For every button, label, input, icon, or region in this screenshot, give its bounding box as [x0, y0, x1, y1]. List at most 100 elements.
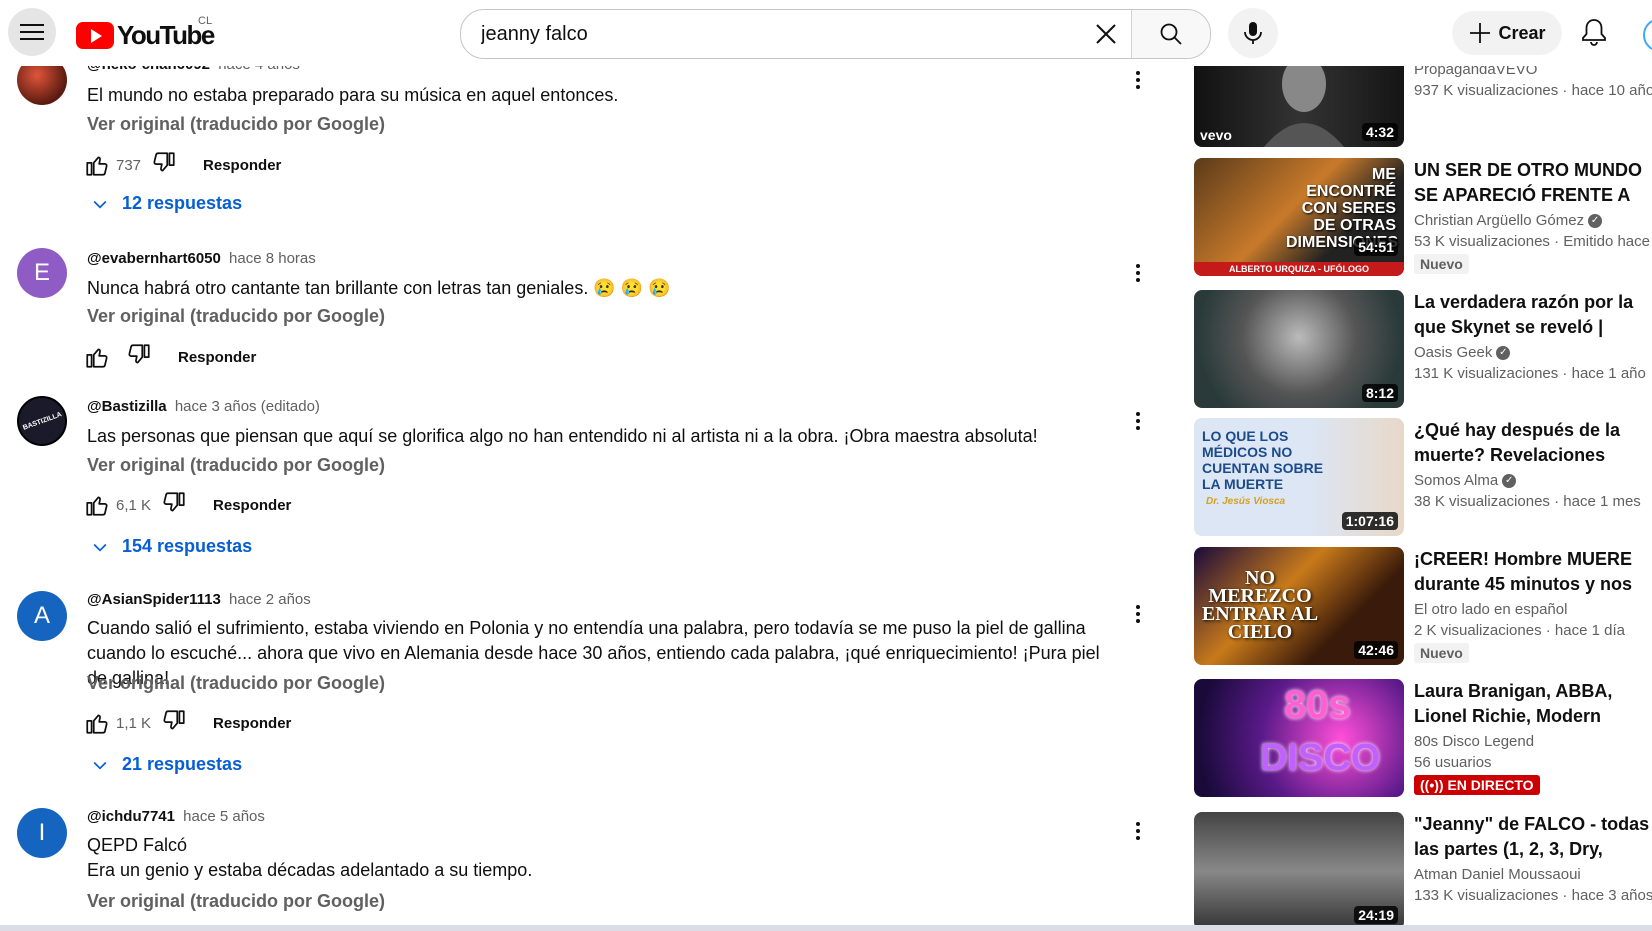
comment-avatar[interactable]: BASTIZILLA — [17, 396, 67, 446]
video-meta: 131 K visualizaciones · hace 1 año — [1414, 365, 1646, 382]
voice-search-button[interactable] — [1228, 8, 1278, 58]
comments-section: @neko-chan6092 hace 4 años El mundo no e… — [0, 0, 1180, 931]
video-thumbnail[interactable]: ME ENCONTRÉ CON SERES DE OTRAS DIMENSION… — [1194, 158, 1404, 276]
thumb-up-icon — [86, 714, 108, 734]
thumbnail-text: 80s — [1284, 683, 1351, 727]
video-thumbnail[interactable]: 24:19 — [1194, 812, 1404, 930]
video-thumbnail[interactable]: 8:12 — [1194, 290, 1404, 408]
video-title[interactable]: "Jeanny" de FALCO - todas las partes (1,… — [1414, 812, 1652, 862]
replies-toggle[interactable]: 154 respuestas — [90, 536, 252, 557]
dislike-button[interactable] — [151, 150, 177, 180]
see-original-link[interactable]: Ver original (traducido por Google) — [87, 891, 385, 912]
more-actions-icon[interactable] — [1136, 821, 1140, 841]
comment-author[interactable]: @evabernhart6050 — [87, 250, 221, 267]
like-button[interactable] — [84, 152, 110, 178]
video-thumbnail[interactable]: LO QUE LOS MÉDICOS NO CUENTAN SOBRE LA M… — [1194, 418, 1404, 536]
comment-actions: 6,1 K Responder — [84, 490, 291, 520]
verified-check-icon: ✓ — [1502, 473, 1517, 488]
video-channel-row: Oasis Geek ✓ — [1414, 344, 1652, 361]
comment-time[interactable]: hace 8 horas — [229, 250, 316, 267]
clear-search-button[interactable] — [1081, 10, 1131, 58]
comment-header: @Bastizilla hace 3 años (editado) — [87, 398, 320, 415]
reply-button[interactable]: Responder — [213, 497, 291, 514]
create-button[interactable]: Crear — [1452, 11, 1562, 55]
video-title[interactable]: ¿Qué hay después de la muerte? Revelacio… — [1414, 418, 1652, 468]
masthead: YouTube CL Crear — [0, 0, 1652, 66]
create-label: Crear — [1498, 22, 1546, 43]
video-channel-row: Somos Alma ✓ — [1414, 472, 1652, 489]
search-input[interactable] — [461, 10, 1081, 58]
see-original-link[interactable]: Ver original (traducido por Google) — [87, 114, 385, 135]
comment-avatar[interactable]: I — [17, 808, 67, 858]
notifications-button[interactable] — [1581, 18, 1607, 51]
vevo-label: vevo — [1200, 127, 1232, 143]
thumbnail-caption: Dr. Jesús Viosca — [1206, 496, 1286, 507]
reply-button[interactable]: Responder — [178, 349, 256, 366]
video-title[interactable]: UN SER DE OTRO MUNDO SE APARECIÓ FRENTE … — [1414, 158, 1652, 208]
video-views: 131 K visualizaciones — [1414, 365, 1559, 382]
like-button[interactable] — [84, 710, 110, 736]
video-channel[interactable]: El otro lado en español — [1414, 601, 1652, 618]
account-avatar[interactable] — [1643, 18, 1652, 52]
video-title[interactable]: ¡CREER! Hombre MUERE durante 45 minutos … — [1414, 547, 1652, 597]
video-age: hace 10 años — [1571, 82, 1652, 99]
new-badge: Nuevo — [1414, 254, 1469, 274]
hamburger-menu-icon — [20, 24, 44, 40]
like-button[interactable] — [84, 344, 110, 370]
verified-check-icon: ✓ — [1588, 213, 1603, 228]
replies-toggle[interactable]: 12 respuestas — [90, 193, 242, 214]
dislike-button[interactable] — [161, 708, 187, 738]
video-title[interactable]: La verdadera razón por la que Skynet se … — [1414, 290, 1652, 340]
more-actions-icon[interactable] — [1136, 604, 1140, 624]
comment-time[interactable]: hace 3 años (editado) — [175, 398, 320, 415]
comment-author[interactable]: @Bastizilla — [87, 398, 167, 415]
video-info: ¡CREER! Hombre MUERE durante 45 minutos … — [1414, 547, 1652, 663]
video-duration: 54:51 — [1354, 238, 1398, 256]
thumb-up-icon — [86, 348, 108, 368]
verified-check-icon: ✓ — [1496, 345, 1511, 360]
comment-avatar[interactable]: E — [17, 248, 67, 298]
comment-time[interactable]: hace 2 años — [229, 591, 311, 608]
country-code: CL — [198, 15, 213, 27]
comment-time[interactable]: hace 5 años — [183, 808, 265, 825]
reply-button[interactable]: Responder — [213, 715, 291, 732]
search-button[interactable] — [1131, 10, 1210, 58]
comment-text: El mundo no estaba preparado para su mús… — [87, 85, 619, 105]
video-duration: 4:32 — [1361, 123, 1398, 141]
video-meta: 53 K visualizaciones · Emitido hace — [1414, 233, 1650, 250]
video-channel[interactable]: Somos Alma — [1414, 472, 1498, 489]
search-icon — [1160, 23, 1182, 45]
video-thumbnail[interactable]: NO MEREZCO ENTRAR AL CIELO 42:46 — [1194, 547, 1404, 665]
dislike-button[interactable] — [161, 490, 187, 520]
comment-author[interactable]: @AsianSpider1113 — [87, 591, 221, 608]
video-duration: 42:46 — [1354, 641, 1398, 659]
comment-author[interactable]: @ichdu7741 — [87, 808, 175, 825]
replies-count: 12 respuestas — [122, 193, 243, 213]
thumbnail-text: DISCO — [1260, 737, 1381, 779]
video-info: UN SER DE OTRO MUNDO SE APARECIÓ FRENTE … — [1414, 158, 1652, 274]
video-thumbnail[interactable]: 80s DISCO — [1194, 679, 1404, 797]
guide-menu-button[interactable] — [8, 8, 56, 56]
see-original-link[interactable]: Ver original (traducido por Google) — [87, 455, 385, 476]
video-channel[interactable]: 80s Disco Legend — [1414, 733, 1652, 750]
like-button[interactable] — [84, 492, 110, 518]
related-videos: vevo 4:32 PropagandaVEVO 937 K visualiza… — [1194, 0, 1652, 931]
video-channel[interactable]: Oasis Geek — [1414, 344, 1492, 361]
comment-avatar[interactable]: A — [17, 591, 67, 641]
video-title[interactable]: Laura Branigan, ABBA, Lionel Richie, Mod… — [1414, 679, 1652, 729]
reply-button[interactable]: Responder — [203, 157, 281, 174]
video-channel[interactable]: Christian Argüello Gómez — [1414, 212, 1584, 229]
more-actions-icon[interactable] — [1136, 411, 1140, 431]
see-original-link[interactable]: Ver original (traducido por Google) — [87, 306, 385, 327]
replies-toggle[interactable]: 21 respuestas — [90, 754, 242, 775]
avatar-letter: I — [38, 819, 46, 846]
see-original-link[interactable]: Ver original (traducido por Google) — [87, 673, 385, 694]
comment-text: Nunca habrá otro cantante tan brillante … — [87, 278, 671, 298]
more-actions-icon[interactable] — [1136, 70, 1140, 90]
more-actions-icon[interactable] — [1136, 263, 1140, 283]
video-channel[interactable]: Atman Daniel Moussaoui — [1414, 866, 1652, 883]
video-views: 937 K visualizaciones — [1414, 82, 1559, 99]
youtube-logo[interactable]: YouTube — [76, 20, 215, 51]
comment-actions: Responder — [84, 342, 256, 372]
dislike-button[interactable] — [126, 342, 152, 372]
